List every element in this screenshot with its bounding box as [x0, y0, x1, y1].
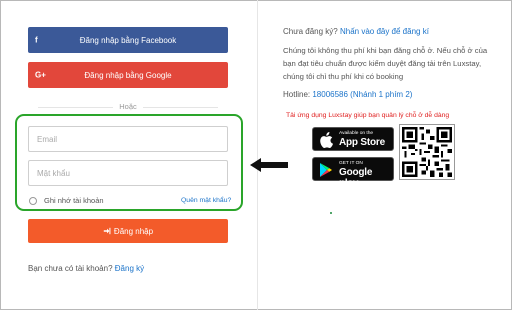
email-input[interactable]: [29, 127, 227, 151]
host-description: Chúng tôi không thu phí khi bạn đăng chỗ…: [283, 46, 488, 81]
google-play-icon: [320, 163, 332, 177]
app-download-note: Tải ứng dụng Luxstay giúp bạn quản lý ch…: [286, 112, 450, 119]
hotline-label: Hotline:: [283, 90, 311, 99]
google-plus-icon: G+: [35, 70, 46, 80]
host-register-line: Chưa đăng ký? Nhấn vào đây để đăng kí: [283, 27, 429, 36]
app-store-big-text: App Store: [339, 137, 385, 148]
password-field[interactable]: [28, 160, 228, 186]
facebook-icon: f: [35, 35, 38, 45]
forgot-password-link[interactable]: Quên mật khẩu?: [181, 197, 231, 204]
google-play-badge[interactable]: GET IT ON Google play: [312, 157, 394, 189]
host-question: Chưa đăng ký?: [283, 27, 338, 36]
app-store-small-text: Available on the: [339, 131, 374, 136]
column-divider: [257, 0, 258, 310]
facebook-login-button[interactable]: f Đăng nhập bằng Facebook: [28, 27, 228, 53]
password-input[interactable]: [29, 161, 227, 185]
app-store-badge[interactable]: Available on the App Store: [312, 127, 394, 151]
login-icon: [103, 227, 111, 235]
hotline-link[interactable]: 18006586 (Nhánh 1 phím 2): [312, 90, 412, 99]
apple-icon: [320, 132, 333, 148]
host-register-link[interactable]: Nhấn vào đây để đăng kí: [340, 27, 429, 36]
login-button[interactable]: Đăng nhập: [28, 219, 228, 243]
remember-label: Ghi nhớ tài khoản: [44, 196, 104, 205]
remember-me[interactable]: Ghi nhớ tài khoản: [29, 196, 104, 205]
login-label: Đăng nhập: [113, 226, 154, 236]
facebook-login-label: Đăng nhập bằng Facebook: [79, 35, 177, 45]
google-login-button[interactable]: G+ Đăng nhập bằng Google: [28, 62, 228, 88]
google-play-big-text: Google play: [339, 167, 373, 189]
separator-text: Hoặc: [113, 102, 143, 111]
hotline-line: Hotline: 18006586 (Nhánh 1 phím 2): [283, 90, 412, 99]
google-login-label: Đăng nhập bằng Google: [84, 70, 172, 80]
google-play-small-text: GET IT ON: [339, 161, 363, 166]
qr-code-icon: [399, 124, 455, 180]
signup-link[interactable]: Đăng ký: [115, 264, 144, 273]
decorative-dot: [330, 212, 332, 214]
arrow-left-icon: [250, 158, 288, 172]
email-field[interactable]: [28, 126, 228, 152]
remember-radio[interactable]: [29, 196, 37, 205]
signup-prompt: Bạn chưa có tài khoản? Đăng ký: [28, 264, 144, 273]
signup-text: Bạn chưa có tài khoản?: [28, 264, 113, 273]
